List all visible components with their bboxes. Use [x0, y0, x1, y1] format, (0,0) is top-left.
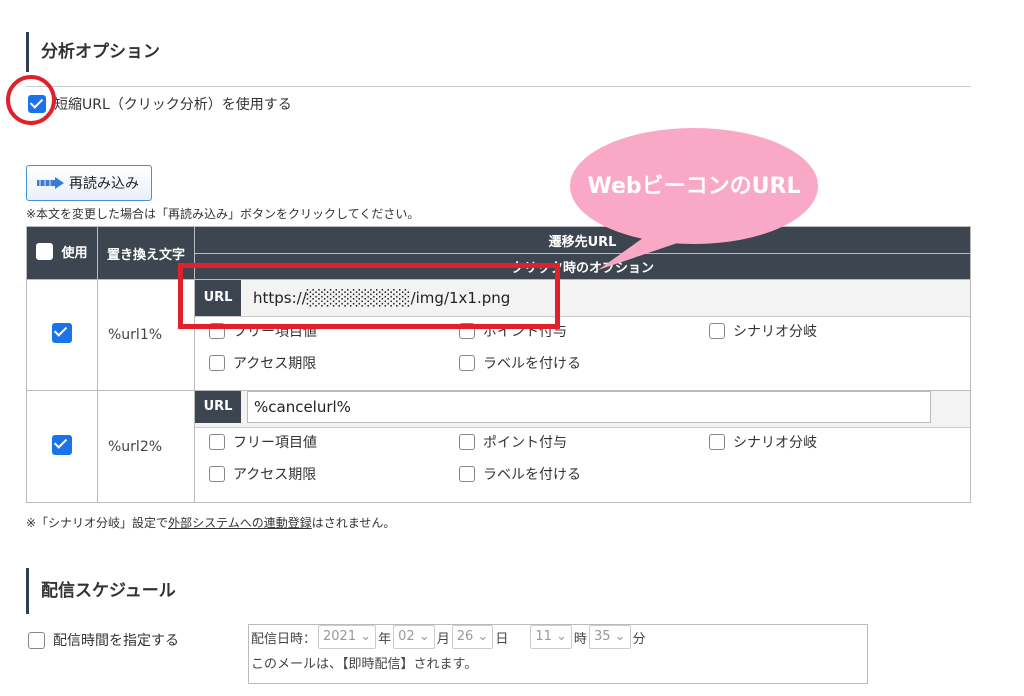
year-select[interactable]: 2021 ⌄ [318, 625, 377, 649]
divider [26, 86, 971, 87]
row2-replace-text: %url2% [97, 390, 195, 503]
specify-time-label: 配信時間を指定する [53, 633, 179, 649]
reload-button[interactable]: 再読み込み [26, 165, 152, 201]
reload-button-label: 再読み込み [69, 176, 139, 192]
col-use-header: 使用 [26, 226, 98, 280]
row2-opt-label[interactable]: ラベルを付ける [459, 464, 709, 484]
schedule-status: このメールは、【即時配信】されます。 [251, 657, 478, 672]
row2-url-label: URL [195, 391, 241, 423]
row2-opt-scenario[interactable]: シナリオ分岐 [709, 432, 959, 452]
highlight-rect [178, 263, 560, 329]
row1-opt-scenario[interactable]: シナリオ分岐 [709, 321, 959, 341]
short-url-option[interactable]: 短縮URL（クリック分析）を使用する [28, 94, 292, 114]
table-row: %url2% URL %cancelurl% フリー項目値 ポイント付与 シナリ… [26, 390, 971, 503]
row1-opt-label[interactable]: ラベルを付ける [459, 353, 709, 373]
row2-opt-point[interactable]: ポイント付与 [459, 432, 709, 452]
row2-opt-access[interactable]: アクセス期限 [209, 464, 459, 484]
reload-note: ※本文を変更した場合は「再読み込み」ボタンをクリックしてください。 [26, 207, 420, 221]
specify-time-checkbox[interactable] [28, 631, 45, 649]
hour-select[interactable]: 11 ⌄ [530, 625, 572, 649]
arrow-right-icon [37, 177, 65, 189]
row1-opt-access[interactable]: アクセス期限 [209, 353, 459, 373]
highlight-circle [6, 75, 56, 125]
callout-bubble [570, 128, 818, 270]
select-all-checkbox[interactable] [36, 243, 54, 260]
day-select[interactable]: 26 ⌄ [451, 625, 494, 649]
row1-use-checkbox[interactable] [52, 323, 72, 343]
minute-select[interactable]: 35 ⌄ [588, 625, 631, 649]
external-system-link[interactable]: 外部システムへの連動登録 [168, 516, 312, 530]
datetime-label: 配信日時： [251, 631, 317, 647]
schedule-panel: 配信日時： 2021 ⌄ 年 02 ⌄ 月 26 ⌄ 日 11 ⌄ 時 35 ⌄ 分 この… [248, 624, 868, 684]
scenario-note: ※「シナリオ分岐」設定で外部システムへの連動登録はされません。 [26, 516, 396, 530]
short-url-label: 短縮URL（クリック分析）を使用する [54, 97, 292, 113]
row2-use-checkbox[interactable] [52, 434, 72, 455]
analysis-heading: 分析オプション [26, 32, 160, 72]
row2-opt-free[interactable]: フリー項目値 [209, 432, 459, 452]
row2-url-input[interactable]: %cancelurl% [247, 391, 931, 423]
month-select[interactable]: 02 ⌄ [393, 625, 435, 649]
specify-time-option[interactable]: 配信時間を指定する [28, 630, 179, 650]
callout-text: WebビーコンのURL [587, 174, 801, 199]
schedule-heading: 配信スケジュール [26, 568, 176, 614]
